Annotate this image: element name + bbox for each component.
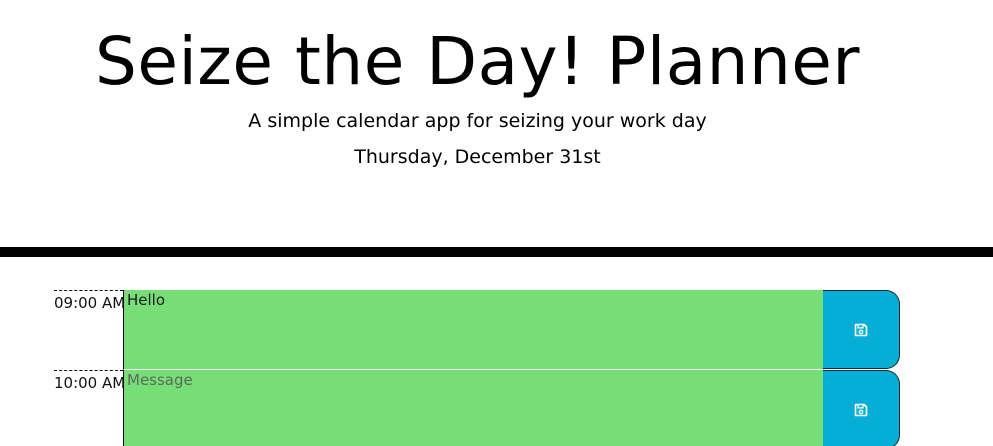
save-icon — [854, 323, 868, 337]
event-description-input[interactable]: Hello — [123, 290, 823, 370]
time-block-10am: 10:00 AM — [54, 370, 900, 446]
hour-label: 09:00 AM — [54, 290, 125, 370]
hour-label: 10:00 AM — [54, 370, 125, 446]
save-button[interactable] — [823, 290, 900, 369]
page-header: Seize the Day! Planner A simple calendar… — [0, 0, 993, 248]
event-description-input[interactable] — [123, 370, 823, 446]
save-button[interactable] — [823, 370, 900, 446]
time-block-9am: 09:00 AM Hello — [54, 290, 900, 370]
header-divider — [0, 247, 993, 257]
page-subtitle: A simple calendar app for seizing your w… — [248, 110, 707, 132]
page-title: Seize the Day! Planner — [94, 23, 861, 100]
save-icon — [854, 403, 868, 417]
current-day: Thursday, December 31st — [354, 146, 601, 168]
